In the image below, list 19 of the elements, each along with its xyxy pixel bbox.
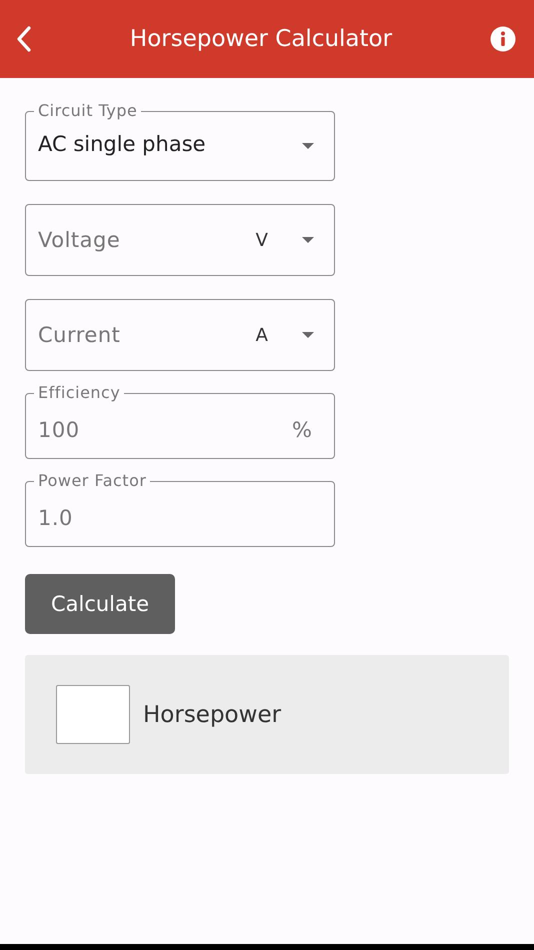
info-icon <box>490 26 516 52</box>
dropdown-arrow-icon <box>302 332 314 338</box>
unit-dropdown[interactable]: A <box>256 324 322 346</box>
field-label: Power Factor <box>37 472 148 490</box>
result-label: Horsepower <box>143 702 282 728</box>
dropdown-arrow-icon <box>302 143 314 149</box>
input-field[interactable]: Current A <box>25 299 335 371</box>
unit-suffix: % <box>292 418 312 442</box>
dropdown-arrow-icon <box>302 237 314 243</box>
app-title: Horsepower Calculator <box>130 26 392 52</box>
input-field[interactable]: Power Factor 1.0 <box>25 472 335 547</box>
calculate-button[interactable]: Calculate <box>25 574 175 634</box>
unit-dropdown[interactable]: V <box>256 230 322 250</box>
back-icon <box>16 26 32 52</box>
dropdown-field[interactable]: Circuit Type AC single phase <box>25 102 335 181</box>
field-label: Efficiency <box>37 384 122 402</box>
input-field[interactable]: Efficiency 100 % <box>25 384 335 459</box>
input-field[interactable]: Voltage V <box>25 204 335 276</box>
field-label: Circuit Type <box>37 102 138 120</box>
